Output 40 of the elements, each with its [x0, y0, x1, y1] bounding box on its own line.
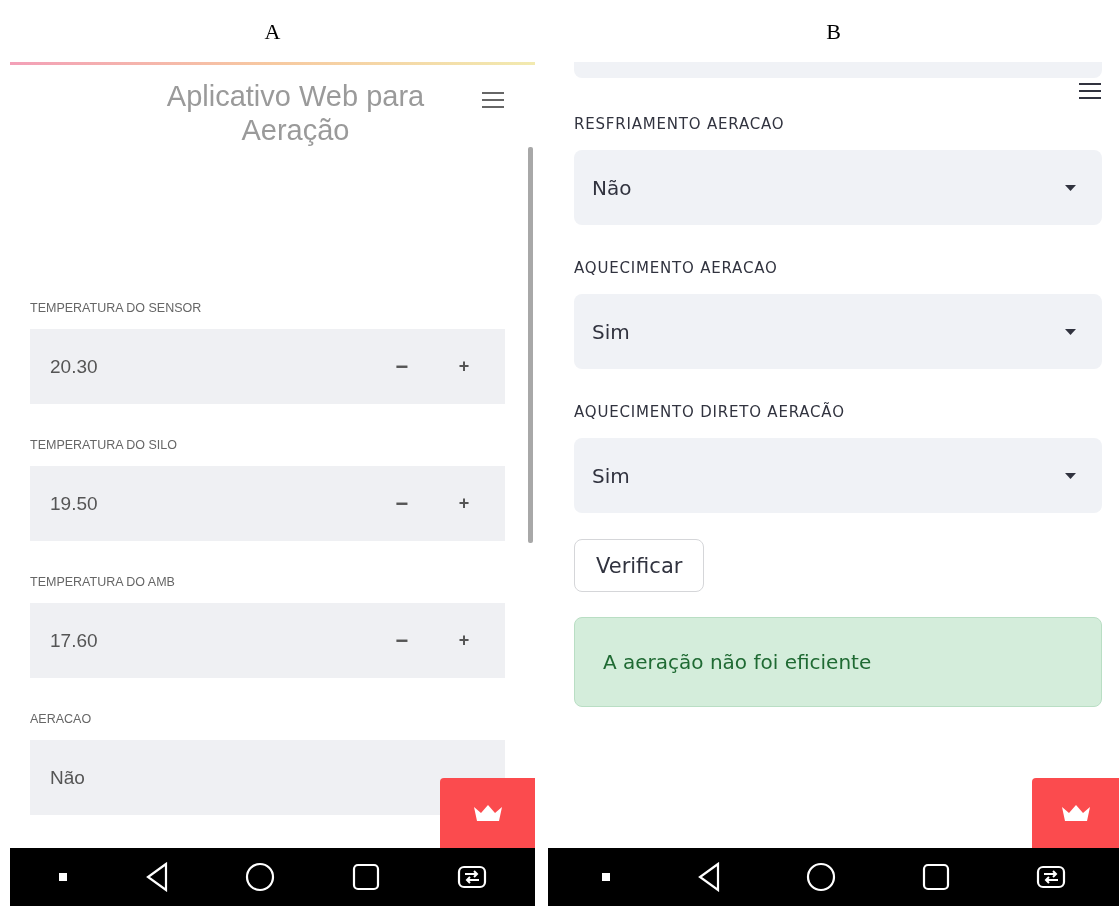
- select-field[interactable]: Sim: [574, 294, 1102, 369]
- back-icon[interactable]: [696, 862, 721, 892]
- verify-button[interactable]: Verificar: [574, 539, 705, 592]
- home-icon[interactable]: [806, 862, 837, 892]
- plus-button[interactable]: +: [443, 630, 485, 651]
- swap-icon[interactable]: [456, 865, 487, 889]
- select-field[interactable]: Sim: [574, 438, 1102, 513]
- number-input[interactable]: 19.50 − +: [30, 466, 505, 541]
- recent-apps-icon[interactable]: [922, 863, 951, 891]
- minus-button[interactable]: −: [381, 353, 423, 380]
- minus-button[interactable]: −: [381, 627, 423, 654]
- field-label: AQUECIMENTO AERACAO: [574, 258, 778, 279]
- field-label: AERACAO: [30, 712, 92, 728]
- figure-label: A: [264, 18, 281, 45]
- select-field[interactable]: Não: [30, 740, 505, 815]
- select-field[interactable]: Não: [574, 150, 1102, 225]
- crown-button[interactable]: [1032, 778, 1119, 848]
- field-label: TEMPERATURA DO AMB: [30, 575, 175, 591]
- figure-label: B: [826, 18, 841, 45]
- field-label: AQUECIMENTO DIRETO AERACÃO: [574, 401, 845, 423]
- crown-icon: [471, 803, 504, 823]
- crown-button[interactable]: [440, 778, 535, 848]
- number-input[interactable]: 17.60 − +: [30, 603, 505, 678]
- number-input[interactable]: 20.30 − +: [30, 329, 505, 404]
- scrollbar[interactable]: [528, 147, 533, 543]
- success-alert: A aeração não foi eficiente: [574, 617, 1102, 707]
- field-label: TEMPERATURA DO SENSOR: [30, 301, 202, 317]
- field-label: TEMPERATURA DO SILO: [30, 438, 177, 454]
- app-title: Aplicativo Web para Aeração: [165, 79, 426, 147]
- back-icon[interactable]: [144, 862, 169, 892]
- menu-icon[interactable]: [1078, 82, 1102, 100]
- crown-icon: [1059, 803, 1092, 823]
- menu-icon[interactable]: [481, 91, 505, 109]
- plus-button[interactable]: +: [443, 493, 485, 514]
- plus-button[interactable]: +: [443, 356, 485, 377]
- field-label: RESFRIAMENTO AERACAO: [574, 114, 785, 135]
- minus-button[interactable]: −: [381, 490, 423, 517]
- swap-icon[interactable]: [1036, 865, 1067, 889]
- recent-apps-icon[interactable]: [352, 863, 381, 891]
- home-icon[interactable]: [245, 862, 276, 892]
